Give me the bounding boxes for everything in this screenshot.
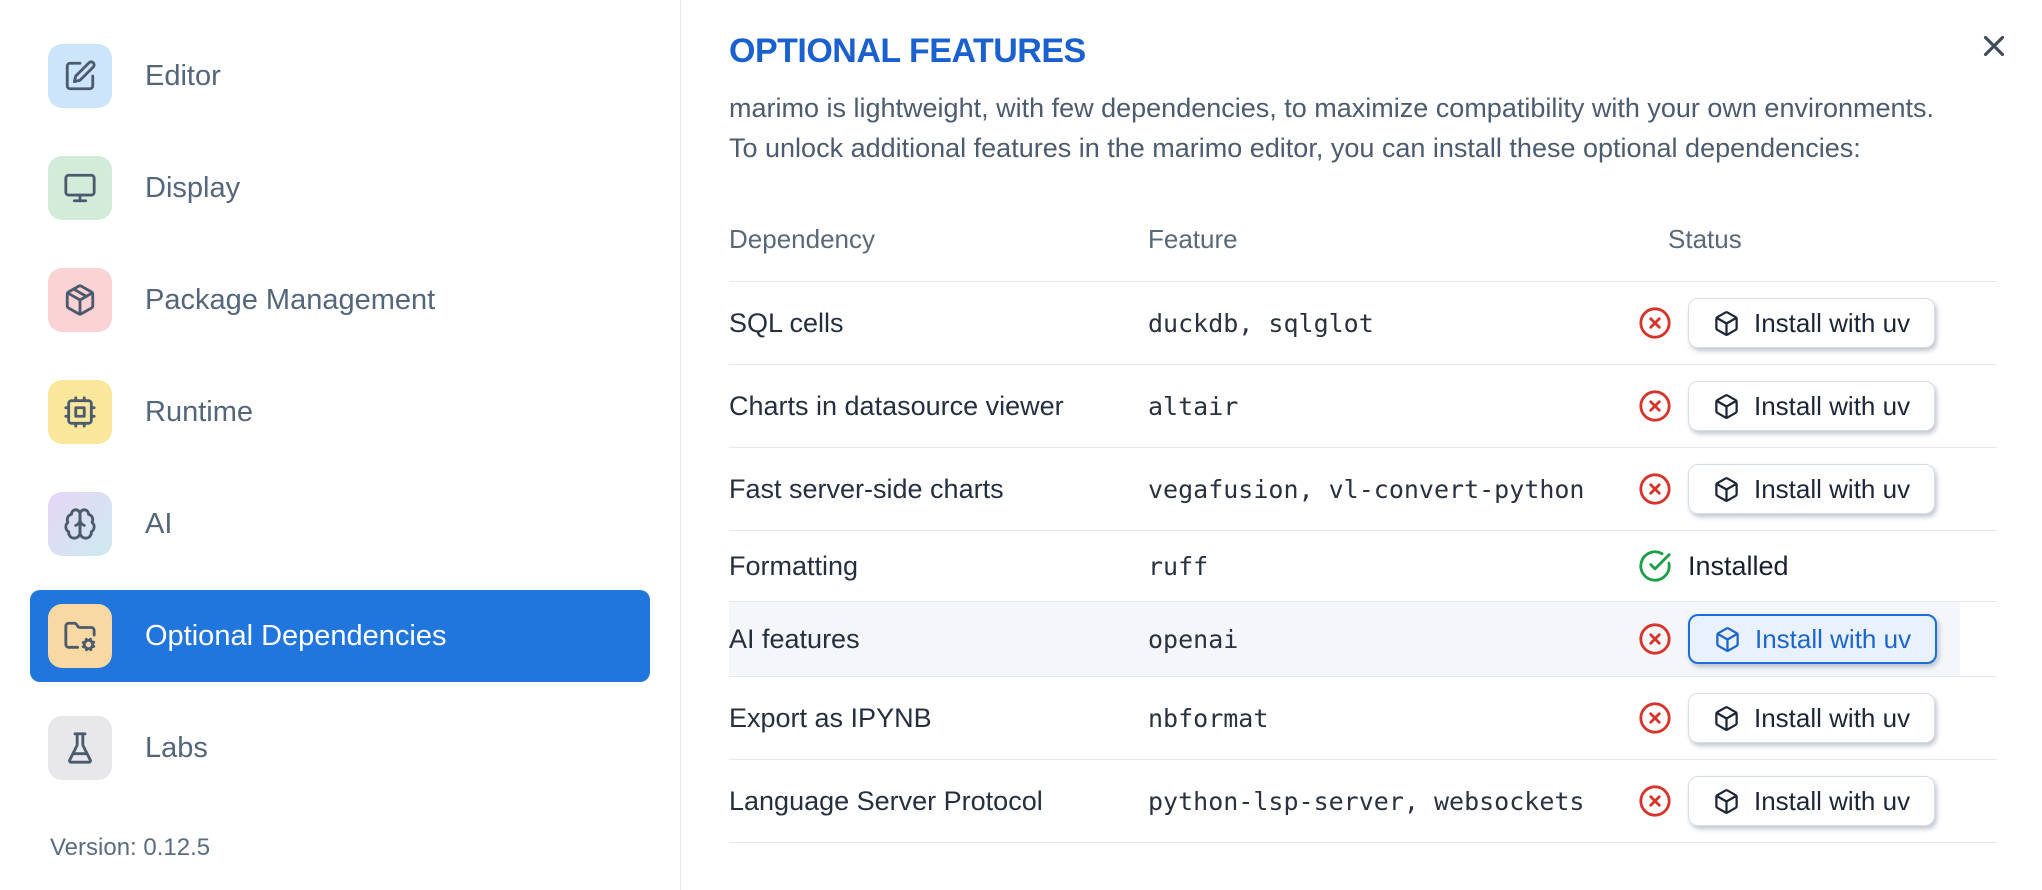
package-box-icon xyxy=(1716,626,1739,652)
install-with-uv-button[interactable]: Install with uv xyxy=(1688,776,1936,826)
description-line: To unlock additional features in the mar… xyxy=(729,133,1861,163)
not-installed-icon xyxy=(1639,307,1671,339)
sidebar-item-package-management[interactable]: Package Management xyxy=(30,254,650,346)
install-button-label: Install with uv xyxy=(1754,473,1911,504)
feature-cell: ruff xyxy=(1148,551,1209,581)
version-label: Version: 0.12.5 xyxy=(50,834,211,861)
not-installed-icon xyxy=(1639,785,1671,817)
install-button-label: Install with uv xyxy=(1754,785,1911,816)
install-with-uv-button[interactable]: Install with uv xyxy=(1688,464,1936,514)
sidebar-item-label: AI xyxy=(145,507,173,540)
flask-icon-box xyxy=(48,716,112,780)
install-with-uv-button[interactable]: Install with uv xyxy=(1688,381,1936,431)
not-installed-icon xyxy=(1639,623,1671,655)
monitor-icon-box xyxy=(48,156,112,220)
folder-cog-icon-box xyxy=(48,604,112,668)
cpu-icon-box xyxy=(48,380,112,444)
brain-icon xyxy=(64,508,96,540)
sidebar-item-optional-dependencies[interactable]: Optional Dependencies xyxy=(30,590,650,682)
dependencies-table: Dependency Feature Status SQL cells duck… xyxy=(729,183,1997,843)
sidebar-item-label: Runtime xyxy=(145,395,253,428)
column-header-feature: Feature xyxy=(1148,224,1238,254)
description: marimo is lightweight, with few dependen… xyxy=(729,88,1997,168)
status-cell: Install with uv xyxy=(1638,381,1997,431)
install-button-label: Install with uv xyxy=(1754,307,1911,338)
sidebar-item-label: Display xyxy=(145,171,241,204)
sidebar-item-editor[interactable]: Editor xyxy=(30,30,650,122)
not-installed-icon xyxy=(1639,390,1671,422)
installed-check-icon xyxy=(1639,550,1671,582)
page-title: OPTIONAL FEATURES xyxy=(729,32,1086,70)
table-header: Dependency Feature Status xyxy=(729,183,1997,282)
table-row: SQL cells duckdb, sqlglot Install with u… xyxy=(729,282,1997,365)
table-row: Formatting ruff Installed xyxy=(729,531,1997,602)
status-cell: Installed xyxy=(1638,549,1997,583)
optional-features-panel: OPTIONAL FEATURES marimo is lightweight,… xyxy=(729,0,1997,843)
package-box-icon xyxy=(1715,393,1738,419)
sidebar-item-label: Package Management xyxy=(145,283,436,316)
cpu-icon xyxy=(64,396,96,428)
not-installed-icon xyxy=(1639,473,1671,505)
package-box-icon xyxy=(1715,310,1738,336)
flask-icon xyxy=(68,732,92,764)
sidebar-item-label: Editor xyxy=(145,59,221,92)
column-header-status: Status xyxy=(1668,224,1742,254)
install-button-label: Install with uv xyxy=(1754,702,1911,733)
dependency-cell: Charts in datasource viewer xyxy=(729,390,1064,421)
dependency-cell: AI features xyxy=(729,623,860,654)
feature-cell: openai xyxy=(1148,624,1239,654)
install-button-label: Install with uv xyxy=(1754,390,1911,421)
package-icon-box xyxy=(48,268,112,332)
sidebar-nav: Editor Display Package Management Runtim… xyxy=(30,30,650,794)
status-cell: Install with uv xyxy=(1638,693,1997,743)
sidebar-item-label: Optional Dependencies xyxy=(145,619,447,652)
not-installed-icon xyxy=(1639,702,1671,734)
package-box-icon xyxy=(1715,705,1738,731)
dependency-cell: SQL cells xyxy=(729,307,844,338)
feature-cell: python-lsp-server, websockets xyxy=(1148,786,1585,816)
dependency-cell: Formatting xyxy=(729,550,859,581)
sidebar-item-display[interactable]: Display xyxy=(30,142,650,234)
dependency-cell: Export as IPYNB xyxy=(729,702,932,733)
folder-cog-icon xyxy=(64,621,96,652)
sidebar-item-ai[interactable]: AI xyxy=(30,478,650,570)
description-line: marimo is lightweight, with few dependen… xyxy=(729,93,1935,123)
table-row: Export as IPYNB nbformat Install with uv xyxy=(729,677,1997,760)
status-cell: Install with uv xyxy=(1638,298,1997,348)
brain-icon-box xyxy=(48,492,112,556)
feature-cell: nbformat xyxy=(1148,703,1269,733)
status-cell: Install with uv xyxy=(1638,464,1997,514)
install-with-uv-button[interactable]: Install with uv xyxy=(1688,614,1938,664)
install-with-uv-button[interactable]: Install with uv xyxy=(1688,693,1936,743)
feature-cell: duckdb, sqlglot xyxy=(1148,308,1374,338)
table-row: Fast server-side charts vegafusion, vl-c… xyxy=(729,448,1997,531)
table-row: Language Server Protocol python-lsp-serv… xyxy=(729,760,1997,843)
column-header-dependency: Dependency xyxy=(729,224,875,254)
dependency-cell: Language Server Protocol xyxy=(729,785,1043,816)
status-cell: Install with uv xyxy=(1638,614,1997,664)
dependency-cell: Fast server-side charts xyxy=(729,473,1004,504)
sidebar-item-runtime[interactable]: Runtime xyxy=(30,366,650,458)
sidebar-item-label: Labs xyxy=(145,731,208,764)
sidebar-item-labs[interactable]: Labs xyxy=(30,702,650,794)
package-box-icon xyxy=(1715,788,1738,814)
install-with-uv-button[interactable]: Install with uv xyxy=(1688,298,1936,348)
package-box-icon xyxy=(1715,476,1738,502)
square-pen-icon-box xyxy=(48,44,112,108)
feature-cell: altair xyxy=(1148,391,1239,421)
square-pen-icon xyxy=(65,60,96,91)
monitor-icon xyxy=(64,173,96,203)
status-cell: Install with uv xyxy=(1638,776,1997,826)
package-icon xyxy=(65,284,95,316)
table-row: Charts in datasource viewer altair Insta… xyxy=(729,365,1997,448)
installed-status-label: Installed xyxy=(1688,550,1789,581)
table-body: SQL cells duckdb, sqlglot Install with u… xyxy=(729,282,1997,843)
table-row: AI features openai Install with uv xyxy=(729,602,1997,677)
feature-cell: vegafusion, vl-convert-python xyxy=(1148,474,1585,504)
settings-sidebar: Editor Display Package Management Runtim… xyxy=(0,0,681,890)
settings-dialog: Editor Display Package Management Runtim… xyxy=(0,0,2042,890)
install-button-label: Install with uv xyxy=(1755,623,1912,654)
